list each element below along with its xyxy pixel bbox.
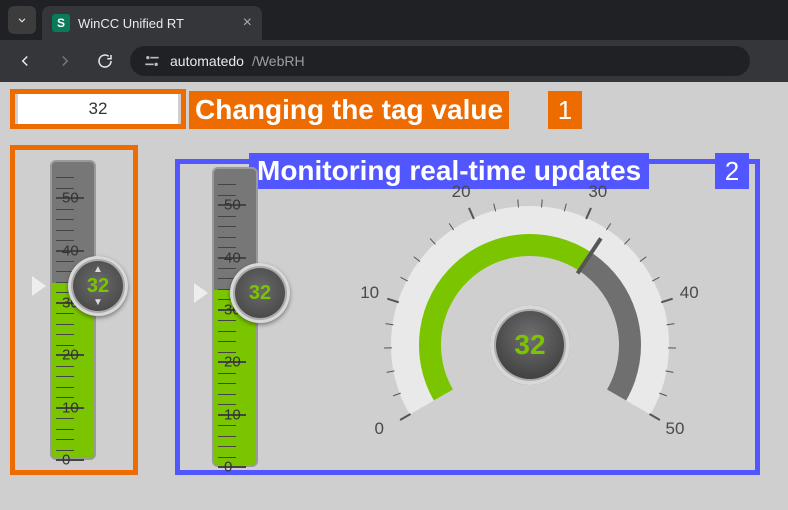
annotation-label-1: Changing the tag value: [189, 91, 509, 129]
slider-knob-value: 32: [249, 282, 271, 305]
site-settings-icon[interactable]: [142, 51, 162, 71]
annotation-badge-1: 1: [548, 91, 582, 129]
tag-value-input[interactable]: [18, 94, 178, 124]
url-host: automatedo: [170, 53, 244, 69]
tick-label: 0: [224, 459, 232, 476]
tick-label: 20: [62, 347, 79, 364]
gauge-tick-label: 0: [375, 419, 384, 439]
slider-pointer-icon: [194, 283, 208, 303]
tab-favicon: S: [52, 14, 70, 32]
gauge-tick-label: 40: [680, 283, 699, 303]
gauge-center-knob: 32: [490, 305, 570, 385]
tick-label: 50: [62, 190, 79, 207]
slider-knob-value: 32: [87, 275, 109, 298]
slider-knob[interactable]: ▲ 32 ▼: [68, 256, 128, 316]
gauge-value: 32: [514, 329, 545, 361]
tick-label: 20: [224, 354, 241, 371]
forward-button[interactable]: [50, 46, 80, 76]
slider-pointer-icon: [32, 276, 46, 296]
browser-toolbar: automatedo/WebRH: [0, 40, 788, 82]
hmi-screen: Changing the tag value 1 Monitoring real…: [0, 82, 788, 510]
chevron-up-icon: ▲: [93, 265, 103, 275]
url-path: /WebRH: [252, 53, 305, 69]
gauge-tick-label: 10: [360, 283, 379, 303]
tick-label: 0: [62, 452, 70, 469]
tick-label: 10: [62, 399, 79, 416]
tick-label: 40: [62, 242, 79, 259]
annotation-badge-2: 2: [715, 153, 749, 189]
gauge-tick-label: 30: [588, 182, 607, 202]
slider-knob: 32: [230, 263, 290, 323]
tick-label: 10: [224, 406, 241, 423]
browser-tab[interactable]: S WinCC Unified RT ×: [42, 6, 262, 40]
gauge-tick-label: 50: [665, 419, 684, 439]
chevron-down-icon: ▼: [93, 298, 103, 308]
back-button[interactable]: [10, 46, 40, 76]
circular-gauge: 32 01020304050: [330, 190, 730, 480]
tab-close-icon[interactable]: ×: [243, 15, 252, 31]
address-bar[interactable]: automatedo/WebRH: [130, 46, 750, 76]
reload-button[interactable]: [90, 46, 120, 76]
window-menu-button[interactable]: [8, 6, 36, 34]
tab-title: WinCC Unified RT: [78, 16, 184, 31]
tick-label: 50: [224, 197, 241, 214]
browser-tab-bar: S WinCC Unified RT ×: [0, 0, 788, 40]
tick-label: 40: [224, 249, 241, 266]
gauge-tick-label: 20: [452, 182, 471, 202]
